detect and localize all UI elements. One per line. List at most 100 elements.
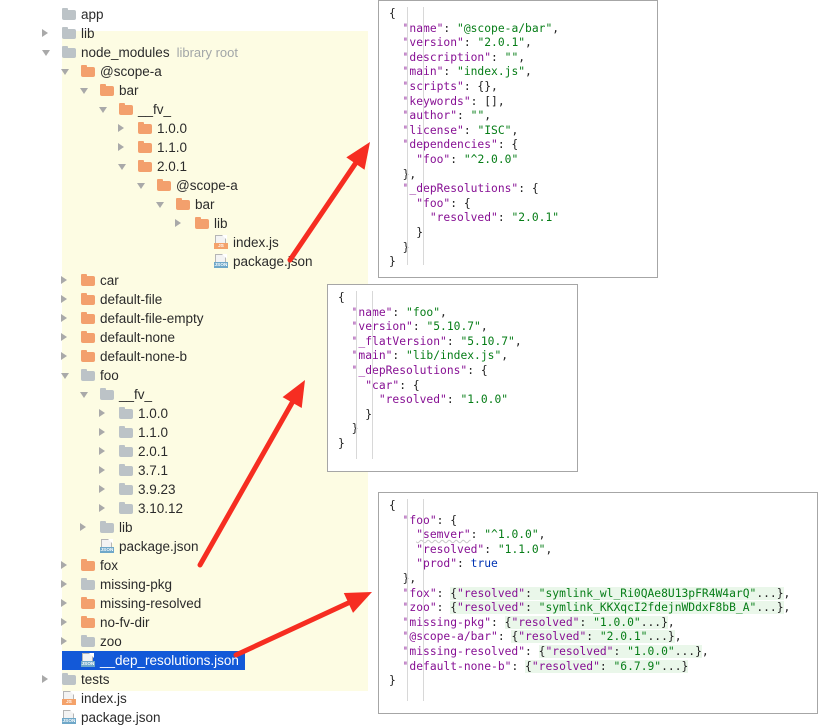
- tree-row[interactable]: foo: [0, 366, 370, 385]
- tree-row[interactable]: __fv_: [0, 100, 370, 119]
- tree-row[interactable]: tests: [0, 670, 370, 689]
- chevron-right-icon[interactable]: [99, 442, 110, 461]
- json-preview-dep-resolutions-json: { "foo": { "semver": "^1.0.0", "resolved…: [378, 492, 818, 714]
- chevron-down-icon[interactable]: [61, 366, 72, 385]
- json-line: "default-none-b": {"resolved": "6.7.9"..…: [402, 659, 689, 673]
- tree-row-label: lib: [119, 520, 133, 535]
- tree-row[interactable]: JSON package.json: [0, 537, 370, 556]
- tree-row[interactable]: 2.0.1: [0, 442, 370, 461]
- tree-row[interactable]: bar: [0, 195, 370, 214]
- tree-row[interactable]: no-fv-dir: [0, 613, 370, 632]
- tree-row[interactable]: JSON __dep_resolutions.json: [0, 651, 370, 670]
- chevron-right-icon[interactable]: [80, 518, 91, 537]
- chevron-down-icon[interactable]: [80, 81, 91, 100]
- chevron-right-icon[interactable]: [99, 404, 110, 423]
- chevron-down-icon[interactable]: [156, 195, 167, 214]
- tree-row-label: index.js: [81, 691, 127, 706]
- chevron-right-icon[interactable]: [99, 423, 110, 442]
- tree-row[interactable]: JS index.js: [0, 233, 370, 252]
- json-line: }: [389, 225, 424, 239]
- tree-row[interactable]: node_modules library root: [0, 43, 370, 62]
- folder-icon: [100, 84, 115, 97]
- json-file-icon: JSON: [81, 653, 95, 667]
- tree-row[interactable]: 3.10.12: [0, 499, 370, 518]
- tree-row-label: tests: [81, 672, 110, 687]
- tree-row[interactable]: fox: [0, 556, 370, 575]
- json-line: "zoo": {"resolved": "symlink_KKXqcI2fdej…: [402, 601, 791, 615]
- folder-icon: [157, 179, 172, 192]
- chevron-down-icon[interactable]: [80, 385, 91, 404]
- javascript-file-icon: JS: [62, 691, 76, 705]
- chevron-right-icon[interactable]: [99, 480, 110, 499]
- chevron-right-icon[interactable]: [61, 290, 72, 309]
- tree-row-label: no-fv-dir: [100, 615, 150, 630]
- chevron-right-icon[interactable]: [61, 271, 72, 290]
- tree-row[interactable]: 3.9.23: [0, 480, 370, 499]
- chevron-right-icon[interactable]: [42, 670, 53, 689]
- tree-row[interactable]: zoo: [0, 632, 370, 651]
- tree-row[interactable]: app: [0, 5, 370, 24]
- tree-row[interactable]: missing-resolved: [0, 594, 370, 613]
- chevron-right-icon[interactable]: [61, 632, 72, 651]
- tree-row[interactable]: default-none: [0, 328, 370, 347]
- chevron-down-icon[interactable]: [42, 43, 53, 62]
- json-file-icon: JSON: [100, 539, 114, 553]
- tree-row[interactable]: default-none-b: [0, 347, 370, 366]
- chevron-right-icon[interactable]: [99, 461, 110, 480]
- chevron-right-icon[interactable]: [61, 309, 72, 328]
- tree-row-label: default-none-b: [100, 349, 188, 364]
- chevron-right-icon[interactable]: [61, 556, 72, 575]
- chevron-right-icon[interactable]: [99, 499, 110, 518]
- chevron-right-icon[interactable]: [42, 24, 53, 43]
- tree-row[interactable]: lib: [0, 214, 370, 233]
- folder-icon: [62, 27, 77, 40]
- chevron-right-icon[interactable]: [61, 328, 72, 347]
- tree-row-subtitle: library root: [176, 45, 238, 60]
- chevron-right-icon[interactable]: [118, 119, 129, 138]
- tree-row[interactable]: 1.1.0: [0, 423, 370, 442]
- tree-row-label: missing-pkg: [100, 577, 173, 592]
- chevron-right-icon[interactable]: [61, 575, 72, 594]
- tree-row[interactable]: __fv_: [0, 385, 370, 404]
- tree-row-label: package.json: [81, 710, 161, 725]
- chevron-right-icon[interactable]: [61, 594, 72, 613]
- tree-row-label: 3.9.23: [138, 482, 176, 497]
- indent-guide: [423, 499, 424, 701]
- chevron-right-icon[interactable]: [61, 347, 72, 366]
- chevron-down-icon[interactable]: [61, 62, 72, 81]
- tree-row[interactable]: @scope-a: [0, 62, 370, 81]
- tree-row[interactable]: JSON package.json: [0, 708, 370, 727]
- indent-guide: [356, 291, 357, 459]
- folder-icon: [119, 502, 134, 515]
- tree-row[interactable]: 3.7.1: [0, 461, 370, 480]
- tree-row[interactable]: 1.1.0: [0, 138, 370, 157]
- chevron-down-icon[interactable]: [118, 157, 129, 176]
- tree-row[interactable]: lib: [0, 518, 370, 537]
- tree-row[interactable]: 2.0.1: [0, 157, 370, 176]
- json-line: {: [389, 499, 396, 512]
- tree-row[interactable]: car: [0, 271, 370, 290]
- chevron-right-icon[interactable]: [61, 613, 72, 632]
- tree-row[interactable]: JSON package.json: [0, 252, 370, 271]
- json-line: "scripts": {},: [402, 79, 498, 93]
- chevron-down-icon[interactable]: [99, 100, 110, 119]
- json-line: "dependencies": {: [402, 138, 519, 152]
- tree-row[interactable]: lib: [0, 24, 370, 43]
- tree-row-label: app: [81, 7, 104, 22]
- tree-row[interactable]: missing-pkg: [0, 575, 370, 594]
- tree-row[interactable]: default-file-empty: [0, 309, 370, 328]
- chevron-right-icon[interactable]: [175, 214, 186, 233]
- tree-row[interactable]: default-file: [0, 290, 370, 309]
- chevron-right-icon[interactable]: [118, 138, 129, 157]
- tree-row[interactable]: @scope-a: [0, 176, 370, 195]
- indent-guide: [372, 291, 373, 459]
- chevron-down-icon[interactable]: [137, 176, 148, 195]
- tree-row-label: fox: [100, 558, 119, 573]
- json-line: },: [389, 571, 417, 585]
- tree-row[interactable]: 1.0.0: [0, 404, 370, 423]
- tree-row[interactable]: JS index.js: [0, 689, 370, 708]
- json-line: "description": "",: [402, 50, 526, 64]
- project-tree-panel[interactable]: app lib node_modules library root @scope-a ba…: [0, 0, 370, 725]
- tree-row[interactable]: 1.0.0: [0, 119, 370, 138]
- tree-row[interactable]: bar: [0, 81, 370, 100]
